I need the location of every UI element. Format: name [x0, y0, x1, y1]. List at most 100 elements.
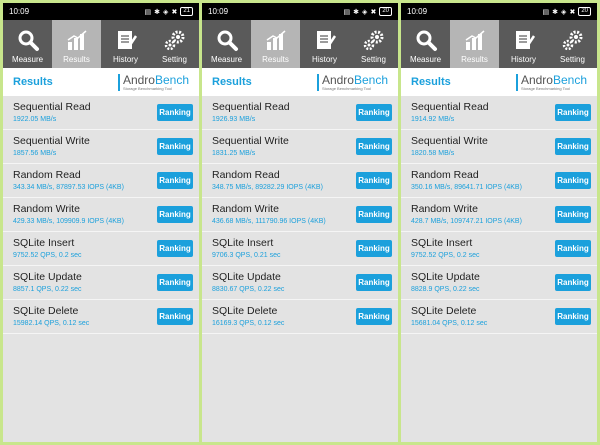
ranking-button[interactable]: Ranking [356, 138, 392, 155]
main-toolbar: Measure Results History Setting [401, 20, 597, 68]
ranking-button[interactable]: Ranking [356, 104, 392, 121]
result-value: 8857.1 QPS, 0.22 sec [13, 286, 82, 293]
bluetooth-icon: ✱ [552, 8, 559, 16]
wifi-icon: ◈ [561, 8, 567, 16]
results-title: Results [13, 76, 53, 88]
ranking-button[interactable]: Ranking [157, 206, 193, 223]
tab-setting[interactable]: Setting [150, 20, 199, 68]
ranking-button[interactable]: Ranking [555, 206, 591, 223]
result-name: SQLite Insert [212, 237, 274, 249]
ranking-button[interactable]: Ranking [157, 240, 193, 257]
result-name: Random Write [13, 203, 80, 215]
result-name: SQLite Insert [411, 237, 473, 249]
result-row: SQLite Insert 9752.52 QPS, 0.2 sec Ranki… [3, 232, 199, 266]
result-row: Random Read 343.34 MB/s, 87897.53 IOPS (… [3, 164, 199, 198]
ranking-button[interactable]: Ranking [157, 138, 193, 155]
ranking-button[interactable]: Ranking [157, 308, 193, 325]
battery-icon: 20 [578, 7, 591, 16]
tab-measure[interactable]: Measure [3, 20, 52, 68]
results-list: Sequential Read 1914.92 MB/s Ranking Seq… [401, 96, 597, 334]
result-name: SQLite Update [212, 271, 281, 283]
brand-part-a: Andro [122, 72, 155, 87]
notepad-icon [515, 31, 535, 49]
result-name: Sequential Read [212, 101, 290, 113]
ranking-button[interactable]: Ranking [356, 206, 392, 223]
tab-measure[interactable]: Measure [202, 20, 251, 68]
result-row: Random Write 436.68 MB/s, 111790.96 IOPS… [202, 198, 398, 232]
magnifier-icon [18, 30, 39, 51]
vibrate-icon: ▤ [144, 8, 152, 16]
ranking-button[interactable]: Ranking [356, 240, 392, 257]
result-row: SQLite Update 8828.9 QPS, 0.22 sec Ranki… [401, 266, 597, 300]
result-row: SQLite Insert 9706.3 QPS, 0.21 sec Ranki… [202, 232, 398, 266]
result-name: Random Read [13, 169, 81, 181]
ranking-button[interactable]: Ranking [555, 308, 591, 325]
results-header: Results AndroBench Storage Benchmarking … [401, 68, 597, 96]
result-value: 16169.3 QPS, 0.12 sec [212, 320, 285, 327]
androbench-logo: AndroBench Storage Benchmarking Tool [316, 72, 388, 91]
status-time: 10:09 [9, 7, 30, 16]
ranking-button[interactable]: Ranking [356, 172, 392, 189]
result-value: 350.16 MB/s, 89641.71 IOPS (4KB) [411, 184, 522, 191]
result-name: Sequential Read [13, 101, 91, 113]
result-row: SQLite Update 8830.67 QPS, 0.22 sec Rank… [202, 266, 398, 300]
result-value: 343.34 MB/s, 87897.53 IOPS (4KB) [13, 184, 124, 191]
brand-subtitle: Storage Benchmarking Tool [520, 85, 571, 91]
result-row: SQLite Delete 15982.14 QPS, 0.12 sec Ran… [3, 300, 199, 334]
result-row: Random Write 428.7 MB/s, 109747.21 IOPS … [401, 198, 597, 232]
tab-results[interactable]: Results [251, 20, 300, 68]
result-name: SQLite Delete [212, 305, 278, 317]
brand-part-b: Bench [353, 72, 388, 87]
tab-history[interactable]: History [101, 20, 150, 68]
status-bar: 10:09 ▤ ✱ ◈ ✖ 20 [401, 3, 597, 20]
ranking-button[interactable]: Ranking [157, 274, 193, 291]
brand-subtitle: Storage Benchmarking Tool [122, 85, 173, 91]
tab-results[interactable]: Results [52, 20, 101, 68]
ranking-button[interactable]: Ranking [555, 104, 591, 121]
ranking-button[interactable]: Ranking [555, 240, 591, 257]
tab-results[interactable]: Results [450, 20, 499, 68]
brand-subtitle: Storage Benchmarking Tool [321, 85, 372, 91]
bar-chart-icon [67, 30, 86, 50]
result-name: Random Write [411, 203, 478, 215]
tab-setting[interactable]: Setting [349, 20, 398, 68]
result-name: SQLite Insert [13, 237, 75, 249]
phone-screen: 10:09 ▤ ✱ ◈ ✖ 20 Measure Results History [401, 3, 597, 442]
result-row: Sequential Read 1926.93 MB/s Ranking [202, 96, 398, 130]
status-icons: ▤ ✱ ◈ ✖ 20 [344, 7, 392, 16]
tab-label: Measure [210, 55, 243, 64]
tab-measure[interactable]: Measure [401, 20, 450, 68]
result-value: 1922.05 MB/s [13, 116, 57, 123]
tab-label: Results [461, 55, 488, 64]
result-value: 1857.56 MB/s [13, 150, 57, 157]
ranking-button[interactable]: Ranking [157, 104, 193, 121]
ranking-button[interactable]: Ranking [356, 308, 392, 325]
status-time: 10:09 [208, 7, 229, 16]
result-name: Sequential Read [411, 101, 489, 113]
result-value: 15681.04 QPS, 0.12 sec [411, 320, 488, 327]
result-name: SQLite Update [13, 271, 82, 283]
results-list: Sequential Read 1922.05 MB/s Ranking Seq… [3, 96, 199, 334]
tab-label: Results [63, 55, 90, 64]
ranking-button[interactable]: Ranking [555, 138, 591, 155]
ranking-button[interactable]: Ranking [555, 274, 591, 291]
result-row: SQLite Delete 16169.3 QPS, 0.12 sec Rank… [202, 300, 398, 334]
tab-history[interactable]: History [499, 20, 548, 68]
ranking-button[interactable]: Ranking [555, 172, 591, 189]
tab-label: History [113, 55, 138, 64]
ranking-button[interactable]: Ranking [157, 172, 193, 189]
result-row: Random Write 429.33 MB/s, 109909.9 IOPS … [3, 198, 199, 232]
result-name: Sequential Write [13, 135, 90, 147]
tab-history[interactable]: History [300, 20, 349, 68]
result-value: 1820.58 MB/s [411, 150, 455, 157]
result-value: 9752.52 QPS, 0.2 sec [13, 252, 82, 259]
gears-icon [164, 30, 184, 51]
tab-setting[interactable]: Setting [548, 20, 597, 68]
main-toolbar: Measure Results History Setting [3, 20, 199, 68]
battery-icon: 20 [379, 7, 392, 16]
ranking-button[interactable]: Ranking [356, 274, 392, 291]
result-value: 429.33 MB/s, 109909.9 IOPS (4KB) [13, 218, 124, 225]
wifi-icon: ◈ [163, 8, 169, 16]
bluetooth-icon: ✱ [353, 8, 360, 16]
results-list: Sequential Read 1926.93 MB/s Ranking Seq… [202, 96, 398, 334]
